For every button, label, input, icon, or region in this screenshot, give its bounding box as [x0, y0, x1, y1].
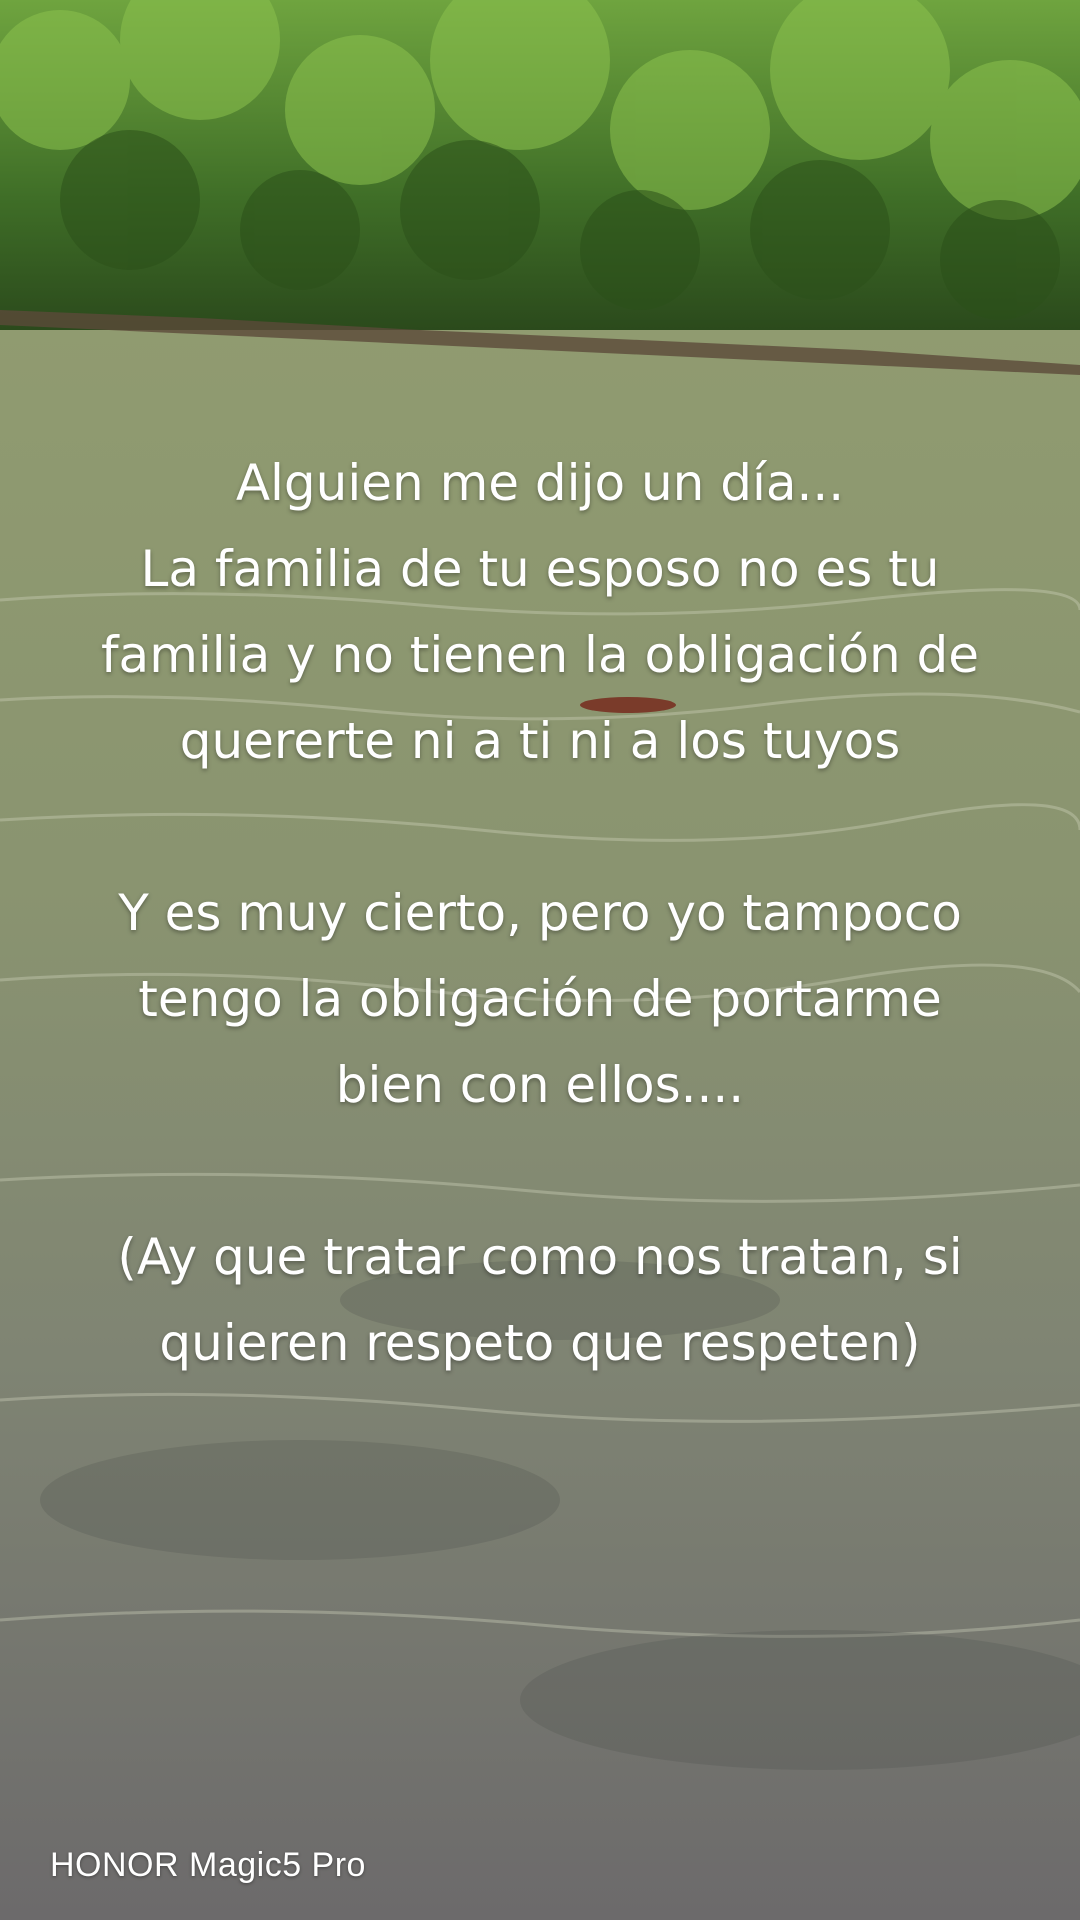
caption-line: Alguien me dijo un día... [235, 454, 845, 512]
caption-line: quieren respeto que respeten) [159, 1314, 921, 1372]
caption-line: tengo la obligación de portarme [138, 970, 942, 1028]
caption-overlay: Alguien me dijo un día... La familia de … [40, 440, 1040, 1386]
caption-line: quererte ni a ti ni a los tuyos [179, 712, 901, 770]
caption-line: familia y no tienen la obligación de [100, 626, 980, 684]
camera-watermark: HONOR Magic5 Pro [50, 1846, 366, 1884]
caption-line: Y es muy cierto, pero yo tampoco [118, 884, 962, 942]
caption-line: (Ay que tratar como nos tratan, si [117, 1228, 963, 1286]
caption-line: bien con ellos.... [335, 1056, 745, 1114]
caption-line: La familia de tu esposo no es tu [140, 540, 940, 598]
